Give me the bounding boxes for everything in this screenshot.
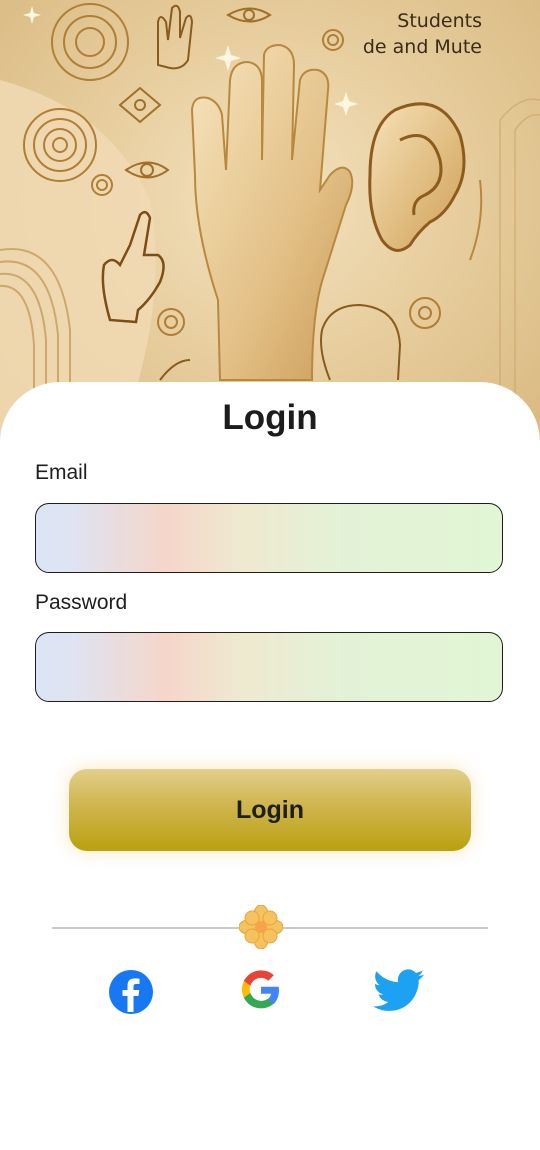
hero-caption-line1: Students: [397, 10, 482, 32]
password-field-container: [35, 632, 503, 702]
google-icon: [241, 970, 279, 1009]
hero-caption-line2: de and Mute: [362, 36, 482, 58]
divider-left: [52, 927, 242, 929]
email-field[interactable]: [36, 504, 502, 572]
login-button[interactable]: Login: [69, 769, 471, 851]
facebook-button[interactable]: [107, 968, 155, 1016]
email-label: Email: [35, 461, 88, 484]
page-title: Login: [222, 398, 318, 437]
sign-language-illustration: [0, 3, 540, 440]
facebook-icon: [109, 970, 153, 1014]
hero-caption: Students de and Mute: [362, 8, 482, 60]
google-button[interactable]: [239, 968, 287, 1016]
flower-icon: [239, 905, 283, 949]
password-label: Password: [35, 591, 128, 614]
email-field-container: [35, 503, 503, 573]
twitter-button[interactable]: [373, 968, 425, 1016]
login-card: [0, 382, 540, 1150]
divider-right: [280, 927, 488, 929]
twitter-icon: [373, 969, 425, 1011]
hero-illustration: Students de and Mute: [0, 0, 540, 440]
password-field[interactable]: [36, 633, 502, 701]
